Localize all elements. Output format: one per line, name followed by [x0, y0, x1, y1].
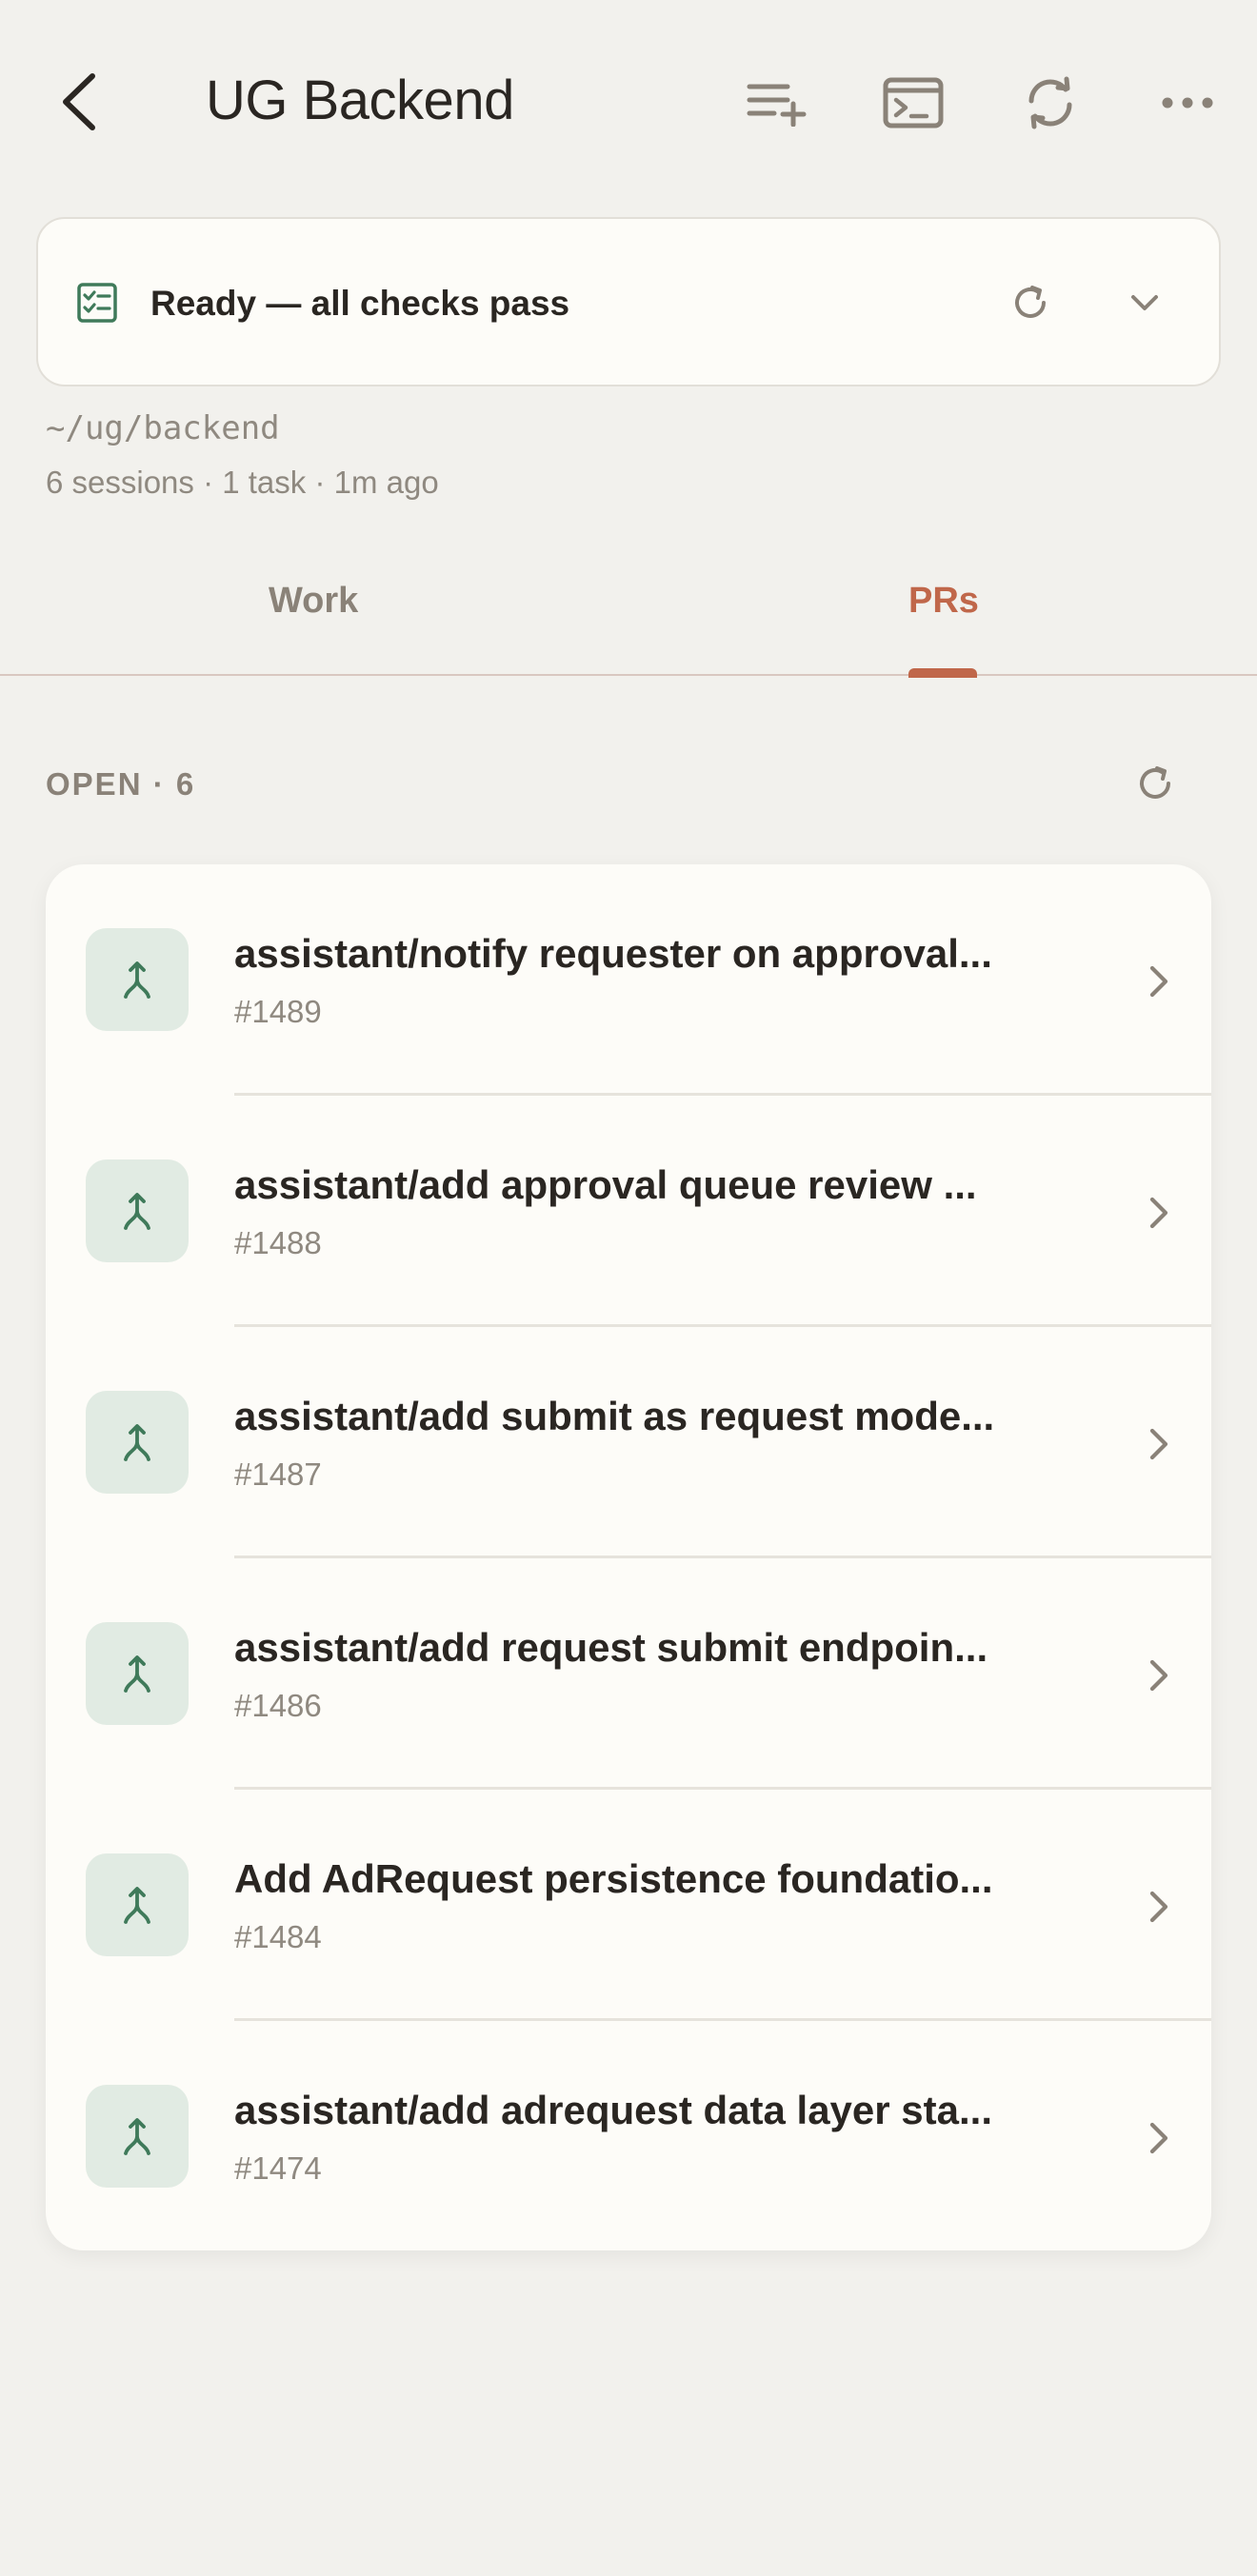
pr-row[interactable]: assistant/add approval queue review ... … [46, 1096, 1211, 1327]
pr-status-badge [86, 1159, 189, 1262]
pull-request-icon [124, 1424, 150, 1461]
pr-number: #1487 [234, 1456, 322, 1492]
pr-status-badge [86, 1622, 189, 1725]
pull-request-icon [124, 1655, 150, 1693]
pull-request-icon [124, 1887, 150, 1924]
terminal-button[interactable] [870, 63, 956, 143]
chevron-right-icon [1149, 1197, 1168, 1229]
checklist-icon [77, 283, 117, 323]
chevron-right-icon [1149, 965, 1168, 998]
pr-number: #1474 [234, 2150, 322, 2186]
pr-title: assistant/add submit as request mode... [234, 1394, 995, 1438]
pr-title: Add AdRequest persistence foundatio... [234, 1856, 993, 1901]
page-title: UG Backend [206, 69, 514, 131]
status-text: Ready — all checks pass [150, 284, 570, 323]
more-icon [1162, 97, 1213, 109]
pr-title: assistant/add approval queue review ... [234, 1162, 977, 1207]
pr-row[interactable]: Add AdRequest persistence foundatio... #… [46, 1790, 1211, 2021]
status-card[interactable]: Ready — all checks pass [36, 217, 1221, 386]
chevron-right-icon [1149, 2122, 1168, 2154]
sync-icon [1028, 76, 1072, 129]
section-label: OPEN · 6 [46, 766, 196, 802]
active-tab-indicator [908, 668, 977, 678]
pr-open-button[interactable] [1135, 1880, 1183, 1933]
prs-refresh-button[interactable] [1124, 752, 1187, 815]
pr-title: assistant/notify requester on approval..… [234, 931, 992, 976]
pull-request-icon [124, 1193, 150, 1230]
repo-meta: 6 sessions · 1 task · 1m ago [46, 465, 439, 500]
pull-request-icon [124, 961, 150, 999]
chevron-right-icon [1149, 1891, 1168, 1923]
pr-number: #1489 [234, 994, 322, 1029]
pr-row[interactable]: assistant/add submit as request mode... … [46, 1327, 1211, 1558]
pull-request-icon [124, 2118, 150, 2155]
status-expand-button[interactable] [1114, 272, 1175, 333]
more-button[interactable] [1145, 63, 1230, 143]
pr-title: assistant/add request submit endpoin... [234, 1625, 988, 1670]
pr-status-badge [86, 1853, 189, 1956]
pr-open-button[interactable] [1135, 2111, 1183, 2165]
refresh-icon [1140, 766, 1170, 799]
pr-open-button[interactable] [1135, 1417, 1183, 1471]
pr-row[interactable]: assistant/notify requester on approval..… [46, 864, 1211, 1096]
pr-number: #1486 [234, 1688, 322, 1723]
pr-open-button[interactable] [1135, 955, 1183, 1008]
add-to-queue-icon [747, 84, 807, 127]
terminal-icon [883, 77, 944, 129]
pr-status-badge [86, 928, 189, 1031]
tab-bar: Work PRs [0, 543, 1257, 678]
pr-status-badge [86, 1391, 189, 1494]
back-button[interactable] [46, 59, 112, 145]
top-bar: UG Backend [0, 0, 1257, 205]
chevron-right-icon [1149, 1428, 1168, 1460]
tab-prs[interactable]: PRs [908, 581, 979, 622]
pr-number: #1484 [234, 1919, 322, 1954]
pr-row[interactable]: assistant/add request submit endpoin... … [46, 1558, 1211, 1790]
back-chevron-icon [63, 73, 95, 130]
status-refresh-button[interactable] [1000, 272, 1061, 333]
add-to-queue-button[interactable] [733, 63, 819, 143]
pr-title: assistant/add adrequest data layer sta..… [234, 2088, 992, 2132]
pr-open-button[interactable] [1135, 1649, 1183, 1702]
sync-button[interactable] [1008, 63, 1093, 143]
pr-row[interactable]: assistant/add adrequest data layer sta..… [46, 2021, 1211, 2250]
refresh-icon [1015, 286, 1046, 318]
chevron-down-icon [1131, 295, 1158, 310]
pr-number: #1488 [234, 1225, 322, 1260]
pr-status-badge [86, 2085, 189, 2188]
pr-open-button[interactable] [1135, 1186, 1183, 1239]
pr-list: assistant/notify requester on approval..… [46, 864, 1211, 2250]
tab-work[interactable]: Work [269, 581, 358, 622]
chevron-right-icon [1149, 1659, 1168, 1692]
repo-path: ~/ug/backend [46, 409, 280, 447]
